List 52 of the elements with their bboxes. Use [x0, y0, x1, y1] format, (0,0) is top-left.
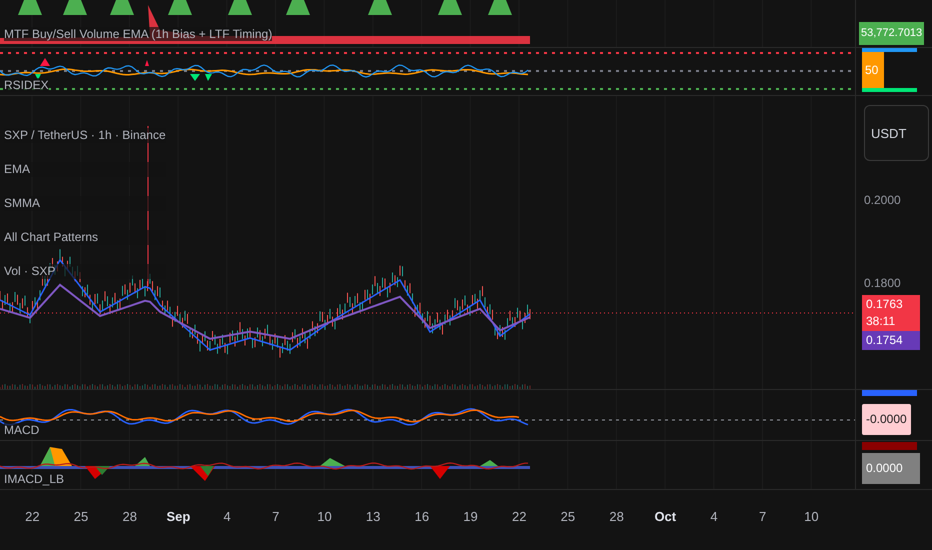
date-label: 13 — [364, 508, 382, 524]
histogram-area — [190, 466, 215, 481]
color-strip — [862, 48, 917, 52]
buy-volume-bar — [286, 0, 310, 15]
date-label: Sep — [165, 508, 192, 524]
price-tag: 50 — [862, 52, 884, 88]
price-tag: -0.0000 — [862, 404, 911, 435]
price-tag: 0.1763 38:11 — [862, 295, 920, 331]
legend-label: SXP / TetherUS · 1h · Binance — [4, 128, 166, 143]
price-tick-label: 0.2000 — [864, 193, 901, 207]
date-label: 28 — [121, 508, 138, 524]
date-label: 28 — [608, 508, 625, 524]
date-label: Oct — [653, 508, 678, 524]
date-label: 4 — [222, 508, 232, 524]
histogram-area — [430, 466, 450, 479]
color-strip — [862, 88, 917, 92]
date-label: 16 — [414, 508, 430, 524]
price-tag: 0.0000 — [862, 453, 920, 484]
price-tick-label: 0.1800 — [864, 276, 901, 290]
date-label: 7 — [758, 508, 768, 524]
date-label: 10 — [803, 508, 820, 524]
buy-volume-bar — [488, 0, 512, 15]
histogram-area — [40, 447, 72, 466]
color-strip — [862, 442, 917, 450]
buy-volume-bar — [168, 0, 192, 15]
buy-signal-marker — [190, 74, 200, 81]
date-label: 7 — [271, 508, 280, 524]
indicator-label: MACD — [4, 423, 40, 437]
date-label: 4 — [709, 508, 719, 524]
buy-volume-bar — [18, 0, 42, 15]
buy-volume-bar — [438, 0, 462, 15]
buy-volume-bar — [368, 0, 392, 15]
sell-signal-marker — [145, 60, 149, 66]
date-label: 25 — [72, 508, 90, 524]
date-label: 22 — [24, 508, 41, 524]
date-label: 25 — [560, 508, 576, 524]
indicator-label: RSIDEX — [4, 78, 49, 92]
buy-volume-bar — [228, 0, 252, 15]
color-strip — [862, 390, 917, 396]
indicator-label: MTF Buy/Sell Volume EMA (1h Bias + LTF Timing) — [4, 27, 272, 41]
price-tag: 0.1754 — [862, 331, 920, 350]
buy-signal-marker — [205, 74, 212, 81]
buy-volume-bar — [63, 0, 87, 15]
date-label: 22 — [510, 508, 528, 524]
date-label: 19 — [462, 508, 479, 524]
sell-signal-marker — [40, 58, 50, 66]
indicator-label: IMACD_LB — [4, 472, 64, 486]
date-label: 10 — [316, 508, 333, 524]
price-tag: 53,772.7013 — [859, 22, 924, 45]
histogram-area — [85, 466, 110, 479]
currency-button[interactable]: USDT — [864, 105, 929, 161]
buy-volume-bar — [110, 0, 134, 15]
